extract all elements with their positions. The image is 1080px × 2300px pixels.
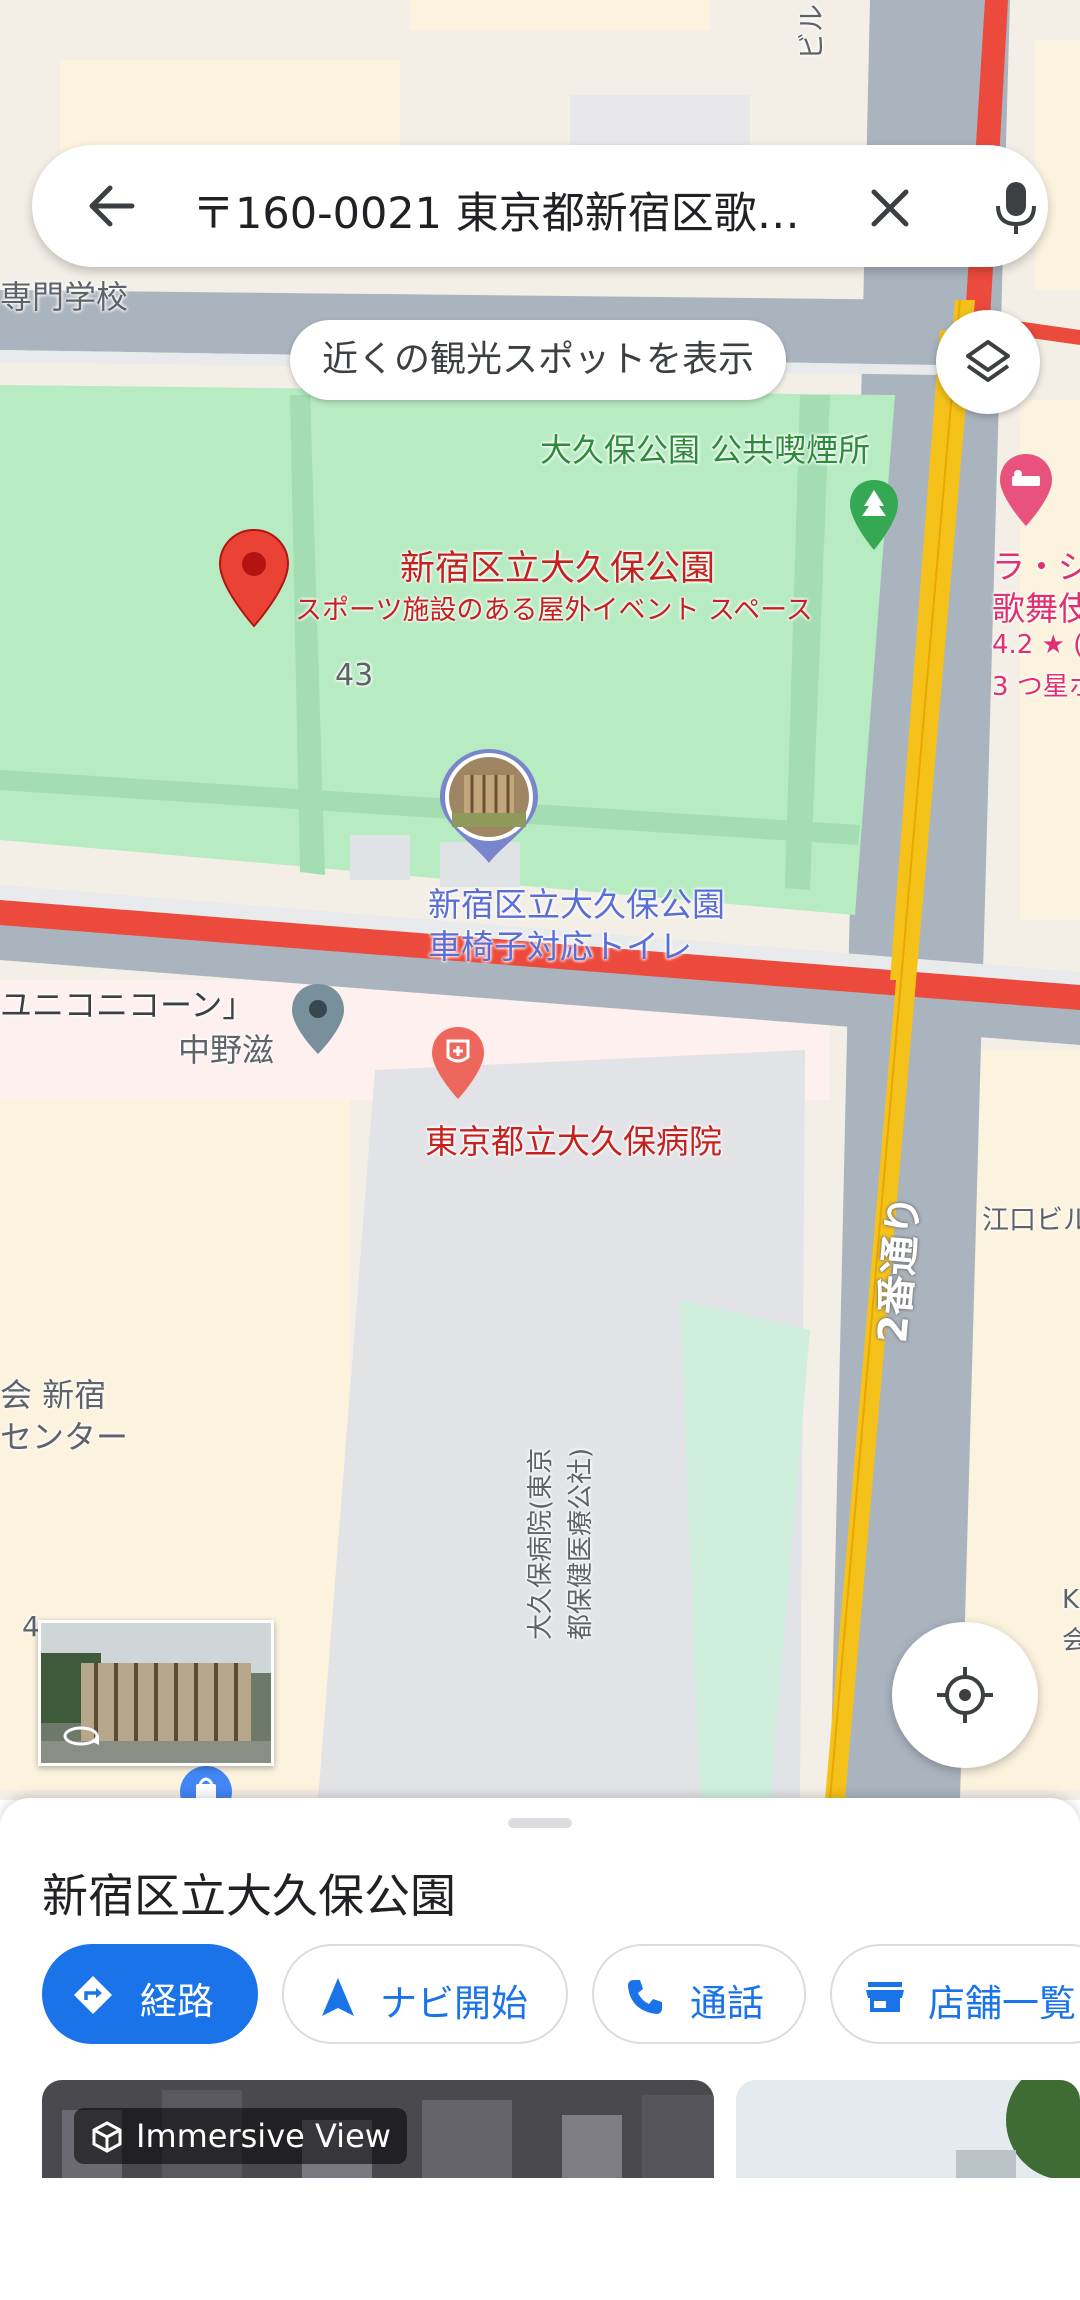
label-hospital-building-1: 大久保病院(東京 bbox=[526, 1447, 556, 1640]
label-hotel-rating: 4.2 ★ ( bbox=[992, 630, 1080, 660]
call-label: 通話 bbox=[690, 1982, 764, 2025]
label-k2: 会 bbox=[1062, 1626, 1080, 1656]
tree-icon[interactable] bbox=[848, 478, 900, 552]
label-center-line1: 会 新宿 bbox=[0, 1376, 107, 1414]
navigation-icon bbox=[322, 1978, 354, 2016]
label-center-line2: センター bbox=[0, 1418, 129, 1456]
immersive-view-card[interactable]: Immersive View bbox=[42, 2080, 714, 2178]
label-building-top: ビル bbox=[795, 3, 828, 60]
label-hotel-stars: 3 つ星ホ bbox=[992, 672, 1080, 702]
label-eguchi: 江口ビル bbox=[982, 1205, 1080, 1236]
hospital-icon[interactable] bbox=[430, 1025, 486, 1101]
call-button[interactable]: 通話 bbox=[592, 1944, 806, 2044]
close-icon[interactable] bbox=[860, 178, 920, 238]
search-query-text[interactable]: 〒160-0021 東京都新宿区歌… bbox=[192, 179, 800, 241]
label-school: 専門学校 bbox=[0, 278, 129, 316]
label-hotel-line2[interactable]: 歌舞伎 bbox=[992, 582, 1080, 630]
place-pin-icon[interactable] bbox=[290, 982, 346, 1056]
label-toilet-line1[interactable]: 新宿区立大久保公園 bbox=[428, 878, 725, 926]
shopping-bag-icon[interactable] bbox=[178, 1764, 234, 1800]
directions-icon bbox=[74, 1976, 112, 2014]
immersive-view-label: Immersive View bbox=[136, 2117, 391, 2155]
directions-button[interactable]: 経路 bbox=[42, 1944, 258, 2044]
hotel-icon[interactable] bbox=[998, 452, 1054, 528]
label-park-name[interactable]: 新宿区立大久保公園 bbox=[400, 540, 715, 591]
map-canvas[interactable]: 専門学校 ビル 大久保公園 公共喫煙所 新宿区立大久保公園 スポーツ施設のある屋… bbox=[0, 0, 1080, 1800]
label-hospital[interactable]: 東京都立大久保病院 bbox=[425, 1115, 722, 1163]
search-bar[interactable]: 〒160-0021 東京都新宿区歌… bbox=[32, 145, 1048, 267]
start-navigation-label: ナビ開始 bbox=[380, 1982, 528, 2025]
place-bottom-sheet[interactable]: 新宿区立大久保公園 経路 ナビ開始 通話 店舗一覧 Immersive View bbox=[0, 1798, 1080, 2300]
map-pin-icon[interactable] bbox=[218, 528, 290, 628]
store-list-button[interactable]: 店舗一覧 bbox=[830, 1944, 1080, 2044]
label-hotel-line1[interactable]: ラ・ジ bbox=[992, 540, 1080, 588]
toilet-photo-pin[interactable] bbox=[434, 745, 544, 867]
sheet-drag-handle[interactable] bbox=[508, 1818, 572, 1828]
nearby-attractions-chip[interactable]: 近くの観光スポットを表示 bbox=[290, 320, 787, 400]
my-location-button[interactable] bbox=[892, 1622, 1038, 1768]
layers-icon bbox=[966, 340, 1010, 382]
rotate-360-icon bbox=[63, 1726, 99, 1746]
label-block-43: 43 bbox=[335, 658, 374, 693]
street-view-thumbnail[interactable] bbox=[38, 1620, 274, 1766]
immersive-view-badge: Immersive View bbox=[74, 2108, 407, 2164]
store-icon bbox=[866, 1982, 904, 2012]
back-arrow-icon[interactable] bbox=[82, 176, 142, 236]
place-photo bbox=[736, 2080, 1080, 2178]
label-park-description: スポーツ施設のある屋外イベント スペース bbox=[295, 595, 813, 626]
label-smoking-area[interactable]: 大久保公園 公共喫煙所 bbox=[540, 425, 870, 471]
my-location-icon bbox=[937, 1667, 993, 1723]
label-hospital-building-2: 都保健医療公社) bbox=[566, 1447, 596, 1640]
label-nakano[interactable]: 中野滋 bbox=[178, 1025, 274, 1071]
store-list-label: 店舗一覧 bbox=[928, 1982, 1076, 2025]
place-title: 新宿区立大久保公園 bbox=[42, 1869, 456, 1923]
cube-icon bbox=[92, 2121, 122, 2153]
mic-icon[interactable] bbox=[984, 176, 1048, 240]
place-photo-card[interactable] bbox=[736, 2080, 1080, 2178]
layers-button[interactable] bbox=[936, 310, 1040, 414]
start-navigation-button[interactable]: ナビ開始 bbox=[282, 1944, 568, 2044]
label-toilet-line2[interactable]: 車椅子対応トイレ bbox=[428, 920, 692, 968]
directions-label: 経路 bbox=[140, 1980, 214, 2023]
label-unicorn[interactable]: ユニコニコーン」 bbox=[0, 980, 254, 1026]
label-k: K bbox=[1062, 1585, 1080, 1615]
phone-icon bbox=[628, 1980, 662, 2014]
